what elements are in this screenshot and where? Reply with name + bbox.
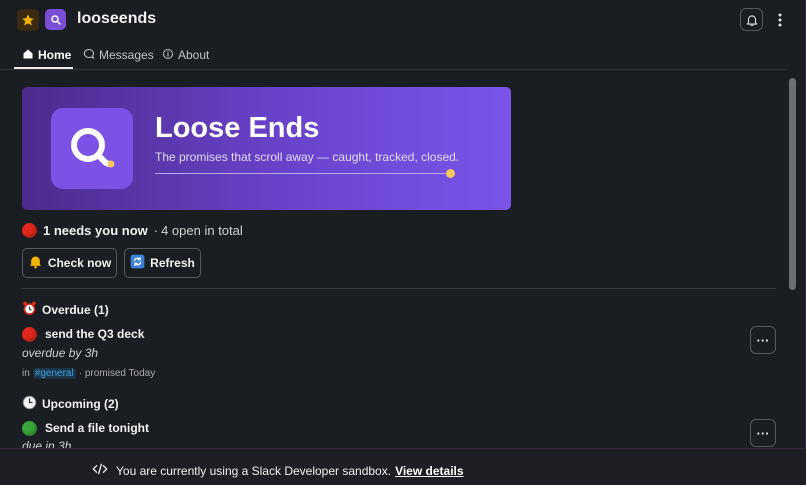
- tab-messages-label: Messages: [99, 48, 154, 62]
- channel-link[interactable]: #general: [32, 368, 76, 379]
- bell-icon: [28, 254, 43, 272]
- home-icon: [22, 48, 34, 63]
- code-icon: [92, 463, 108, 478]
- banner-subtitle: The promises that scroll away — caught, …: [155, 150, 460, 164]
- overdue-item-title: send the Q3 deck: [45, 327, 145, 341]
- status-summary: 1 needs you now · 4 open in total: [22, 220, 243, 240]
- meta-promised: · promised Today: [78, 368, 156, 379]
- section-divider: [22, 288, 776, 289]
- refresh-label: Refresh: [150, 256, 195, 270]
- tab-about[interactable]: About: [162, 40, 209, 70]
- scrollbar-thumb[interactable]: [789, 78, 796, 290]
- banner-title: Loose Ends: [155, 112, 320, 144]
- sandbox-message: You are currently using a Slack Develope…: [116, 463, 392, 478]
- alarm-clock-icon: [22, 301, 37, 319]
- item-more-button[interactable]: ···: [750, 326, 776, 354]
- clock-icon: [22, 395, 37, 413]
- app-logo-icon: [45, 9, 66, 30]
- refresh-button[interactable]: Refresh: [124, 248, 201, 278]
- urgent-count: 1 needs you now: [43, 222, 148, 238]
- info-icon: [162, 48, 174, 63]
- list-item-title: Send a file tonight: [22, 419, 149, 437]
- status-separator: ·: [153, 222, 159, 238]
- active-tab-indicator: [14, 67, 73, 69]
- banner-thread-dot: [446, 169, 455, 178]
- loose-ends-logo-icon: [51, 108, 133, 189]
- bell-icon[interactable]: [740, 8, 763, 31]
- star-icon[interactable]: [17, 9, 39, 31]
- refresh-icon: [130, 254, 145, 272]
- overdue-heading-label: Overdue (1): [42, 303, 109, 317]
- app-title[interactable]: looseends: [77, 10, 156, 28]
- tab-messages[interactable]: Messages: [83, 40, 154, 70]
- app-home: looseends Home Messages About Loose Ends…: [0, 0, 806, 448]
- overdue-heading: Overdue (1): [22, 301, 109, 319]
- list-item-title: send the Q3 deck: [22, 325, 144, 343]
- sandbox-banner: You are currently using a Slack Develope…: [0, 448, 806, 485]
- upcoming-heading: Upcoming (2): [22, 395, 119, 413]
- message-icon: [83, 48, 95, 63]
- tab-home-label: Home: [38, 48, 72, 62]
- overdue-item-meta: in #general · promised Today: [22, 368, 155, 379]
- check-now-label: Check now: [47, 256, 112, 270]
- meta-in: in: [22, 368, 30, 379]
- tab-about-label: About: [178, 48, 210, 62]
- hero-banner: Loose Ends The promises that scroll away…: [22, 87, 511, 210]
- view-details-link[interactable]: View details: [395, 464, 463, 478]
- item-more-button[interactable]: ···: [750, 419, 776, 447]
- check-now-button[interactable]: Check now: [22, 248, 117, 278]
- upcoming-item-sub: due in 3h: [22, 439, 72, 448]
- red-circle-icon: [22, 326, 37, 342]
- banner-thread-line: [155, 173, 448, 174]
- red-circle-icon: [22, 222, 37, 238]
- tab-bar: Home Messages About: [0, 40, 786, 70]
- upcoming-item-title: Send a file tonight: [45, 421, 149, 435]
- sandbox-content: You are currently using a Slack Develope…: [92, 463, 464, 478]
- app-header: looseends: [0, 0, 806, 40]
- tab-home[interactable]: Home: [22, 40, 71, 70]
- upcoming-item-sub-clip: due in 3h: [22, 436, 322, 448]
- overdue-item-sub: overdue by 3h: [22, 346, 99, 360]
- upcoming-heading-label: Upcoming (2): [42, 397, 119, 411]
- kebab-icon[interactable]: [773, 9, 787, 31]
- green-circle-icon: [22, 420, 37, 436]
- total-count: 4 open in total: [161, 222, 243, 238]
